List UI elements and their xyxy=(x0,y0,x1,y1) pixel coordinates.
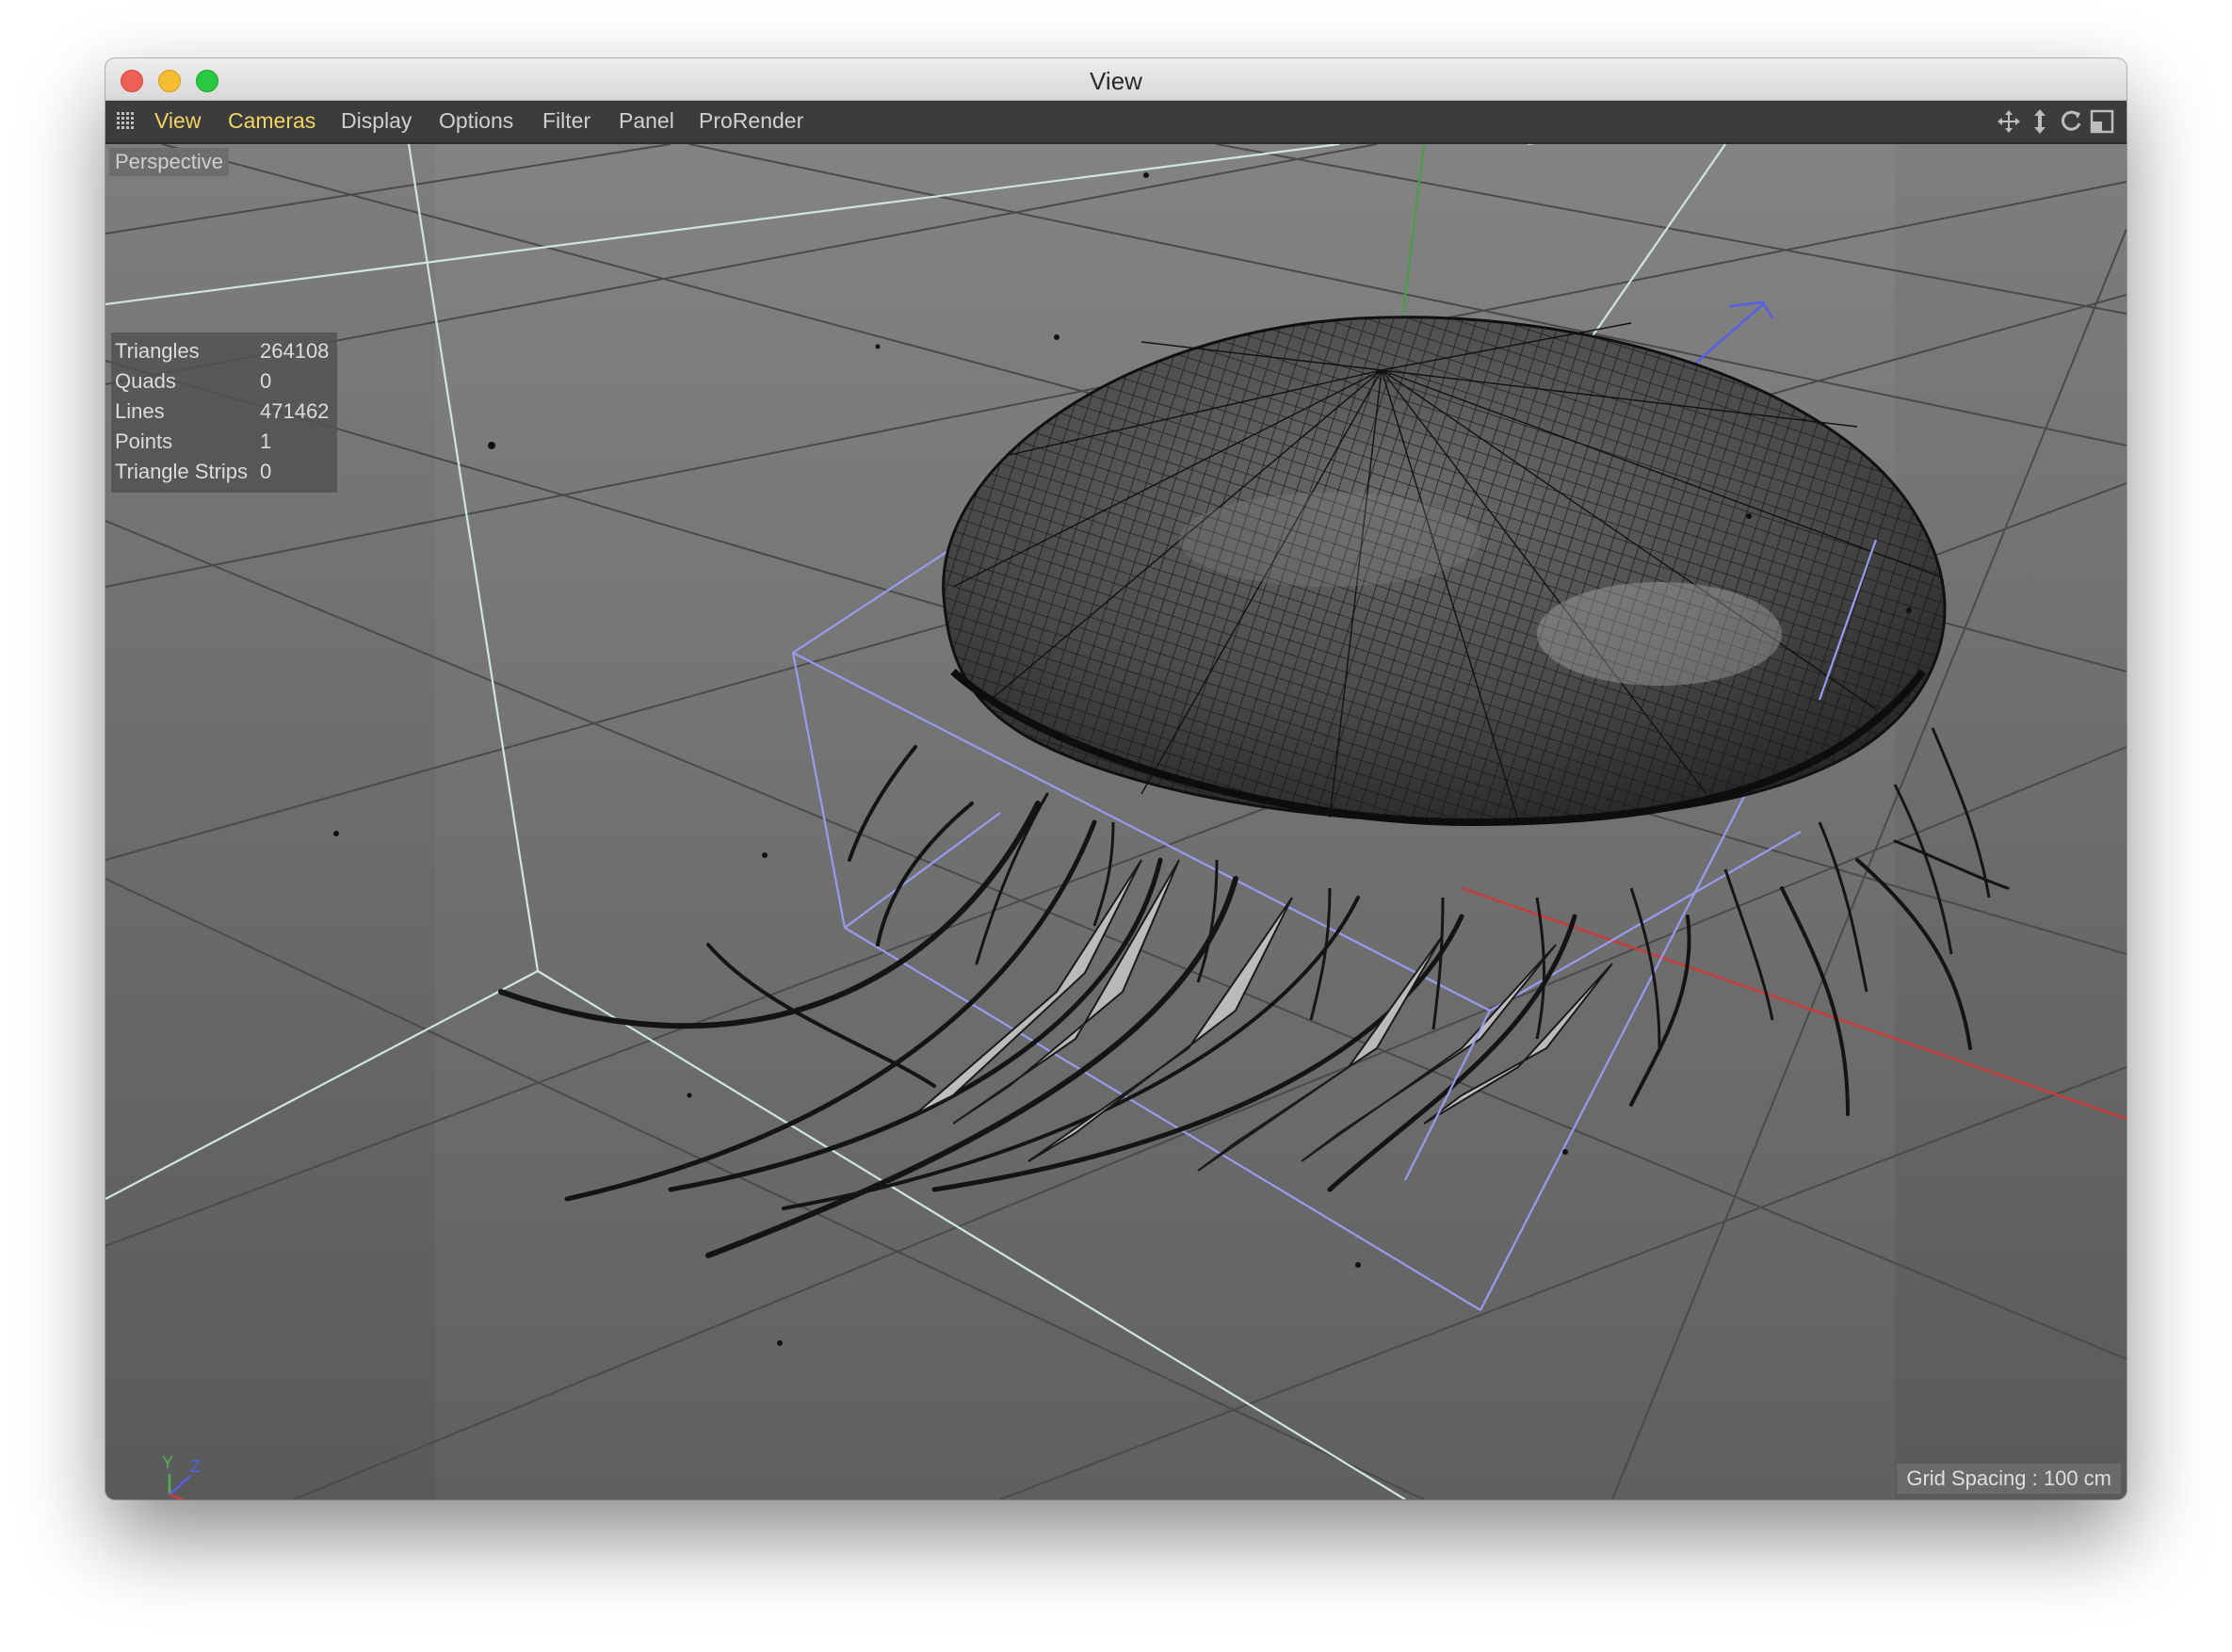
menu-filter[interactable]: Filter xyxy=(542,108,590,134)
stats-panel: Triangles 264108 Quads 0 Lines 471462 Po… xyxy=(111,332,337,493)
menu-cameras[interactable]: Cameras xyxy=(228,108,315,134)
menu-panel[interactable]: Panel xyxy=(619,108,674,134)
move-view-icon[interactable] xyxy=(1995,107,2023,136)
rotate-view-icon[interactable] xyxy=(2057,107,2085,136)
viewport-window: View View Cameras Display Options Filter… xyxy=(105,58,2127,1499)
stat-label: Triangle Strips xyxy=(115,460,249,483)
stat-row-triangle-strips: Triangle Strips 0 xyxy=(111,457,337,487)
stat-row-points: Points 1 xyxy=(111,427,337,457)
stat-row-quads: Quads 0 xyxy=(111,366,337,397)
axis-z-label: Z xyxy=(190,1457,201,1476)
stat-label: Lines xyxy=(115,399,165,423)
view-navigation-icons xyxy=(1995,107,2117,136)
stat-row-lines: Lines 471462 xyxy=(111,397,337,427)
grid-spacing-readout: Grid Spacing : 100 cm xyxy=(1897,1464,2121,1494)
axis-y-label: Y xyxy=(162,1453,173,1472)
3d-viewport[interactable]: Perspective Triangles 264108 Quads 0 Lin… xyxy=(105,144,2127,1499)
scene-canvas[interactable] xyxy=(105,144,2127,1499)
menu-prorender[interactable]: ProRender xyxy=(699,108,803,134)
stat-value: 0 xyxy=(260,460,272,483)
stat-row-triangles: Triangles 264108 xyxy=(111,336,337,366)
menu-options[interactable]: Options xyxy=(439,108,513,134)
menu-display[interactable]: Display xyxy=(341,108,412,134)
window-title: View xyxy=(1090,67,1142,95)
dolly-view-icon[interactable] xyxy=(2026,107,2054,136)
grid-menu-icon[interactable] xyxy=(115,110,137,133)
camera-label[interactable]: Perspective xyxy=(109,148,229,176)
stat-value: 0 xyxy=(260,369,272,393)
stat-label: Points xyxy=(115,429,173,453)
axis-gizmo-icon: Y Z X xyxy=(162,1453,201,1499)
maximize-view-icon[interactable] xyxy=(2088,107,2116,136)
stat-value: 264108 xyxy=(260,339,330,363)
viewport-menu-bar: View Cameras Display Options Filter Pane… xyxy=(105,101,2127,144)
title-bar[interactable]: View xyxy=(105,58,2127,101)
stat-value: 1 xyxy=(260,429,272,453)
stat-value: 471462 xyxy=(260,399,330,423)
stat-label: Triangles xyxy=(115,339,200,363)
stat-label: Quads xyxy=(115,369,176,393)
menu-view[interactable]: View xyxy=(154,108,201,134)
